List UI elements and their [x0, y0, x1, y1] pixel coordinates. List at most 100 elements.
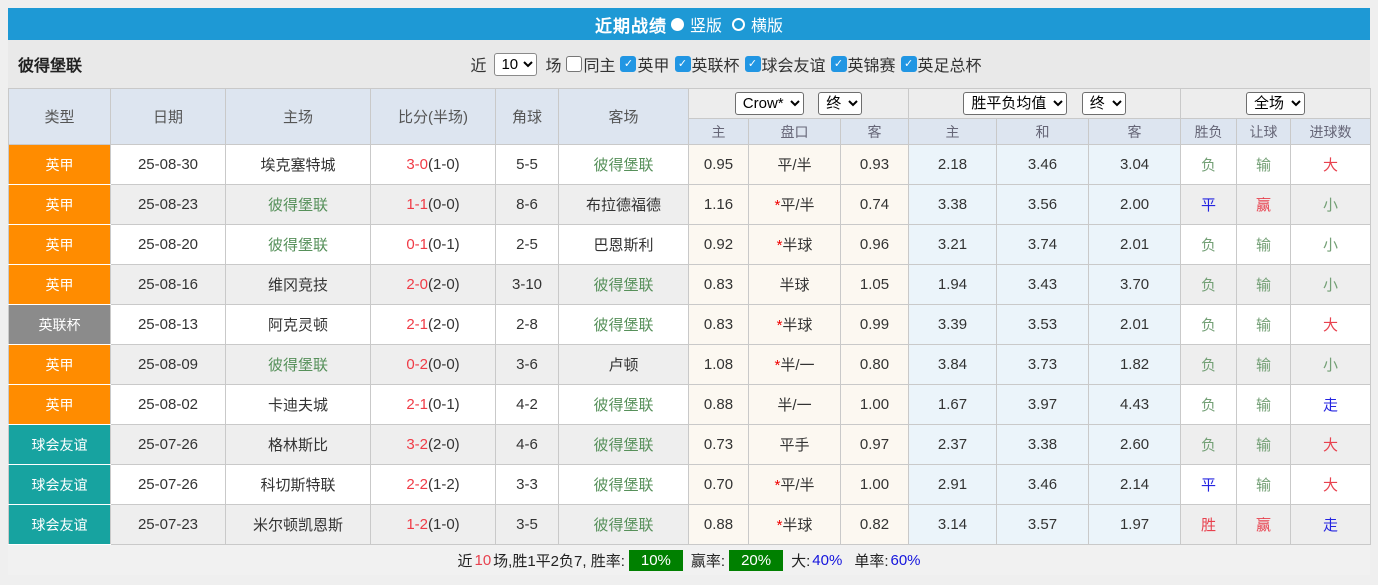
cell-score: 1-1(0-0): [370, 184, 496, 225]
cell-odds-away: 1.00: [840, 464, 910, 505]
cell-avg-home: 1.67: [908, 384, 998, 425]
competition-filter-yingzuzongbei[interactable]: 英足总杯: [900, 52, 982, 76]
cell-let: 输: [1236, 344, 1292, 385]
cell-away: 彼得堡联: [558, 504, 689, 545]
scope-select[interactable]: 全场: [1246, 92, 1306, 115]
cell-away: 布拉德福德: [558, 184, 689, 225]
cell-score: 3-2(2-0): [370, 424, 496, 465]
cell-avg-home: 3.21: [908, 224, 998, 265]
cell-goal: 小: [1290, 224, 1372, 265]
radio-selected-icon[interactable]: [670, 17, 684, 31]
summary-part1: 近: [457, 552, 473, 570]
layout-option-vertical[interactable]: 竖版: [670, 12, 722, 36]
match-row: 英甲 25-08-20 彼得堡联 0-1(0-1) 2-5 巴恩斯利 0.92 …: [8, 224, 1372, 265]
cell-type: 球会友谊: [8, 504, 111, 545]
cell-odds-away: 0.97: [840, 424, 910, 465]
cell-avg-home: 2.37: [908, 424, 998, 465]
summary-part2: 场,胜1平2负7, 胜率:: [493, 552, 625, 570]
score-halftime: (0-1): [428, 396, 460, 413]
cell-avg-home: 1.94: [908, 264, 998, 305]
cell-result: 负: [1180, 344, 1238, 385]
checkbox-checked-icon[interactable]: [674, 56, 691, 72]
handicap-text: 半/一: [777, 397, 812, 414]
match-row: 英甲 25-08-30 埃克塞特城 3-0(1-0) 5-5 彼得堡联 0.95…: [8, 144, 1372, 185]
competition-filter-yinglianbei[interactable]: 英联杯: [674, 52, 740, 76]
radio-unselected-icon[interactable]: [732, 17, 745, 31]
competition-filter-yingjinsai[interactable]: 英锦赛: [830, 52, 896, 76]
cell-type: 英联杯: [8, 304, 111, 345]
match-row: 英甲 25-08-02 卡迪夫城 2-1(0-1) 4-2 彼得堡联 0.88 …: [8, 384, 1372, 425]
cell-result: 负: [1180, 304, 1238, 345]
cell-date: 25-07-23: [110, 504, 226, 545]
checkbox-checked-icon[interactable]: [620, 56, 637, 72]
cell-goal: 小: [1290, 264, 1372, 305]
cell-odds-home: 0.70: [688, 464, 749, 505]
competition-label: 英足总杯: [917, 58, 982, 75]
same-home-label: 同主: [583, 58, 616, 75]
cell-let: 赢: [1236, 504, 1292, 545]
handicap-text: 半球: [782, 317, 813, 334]
layout-option-horizontal[interactable]: 横版: [732, 12, 783, 36]
competition-label: 英联杯: [691, 58, 740, 75]
competition-label: 英锦赛: [847, 58, 896, 75]
checkbox-unchecked-icon[interactable]: [566, 56, 583, 72]
recent-count-select[interactable]: 10: [494, 52, 538, 76]
cell-date: 25-08-30: [110, 144, 226, 185]
cell-home: 彼得堡联: [225, 184, 371, 225]
avg-time-select[interactable]: 终: [1081, 92, 1126, 115]
competition-filter-yingjia[interactable]: 英甲: [620, 52, 670, 76]
cell-avg-away: 2.01: [1088, 304, 1182, 345]
competition-filter-qiuhuiyouyi[interactable]: 球会友谊: [744, 52, 826, 76]
cell-avg-draw: 3.43: [996, 264, 1090, 305]
cell-result: 负: [1180, 144, 1238, 185]
cell-home: 彼得堡联: [225, 344, 371, 385]
odds-time-select[interactable]: 终: [818, 92, 863, 115]
cell-home: 科切斯特联: [225, 464, 371, 505]
checkbox-checked-icon[interactable]: [900, 56, 917, 72]
layout-option-horizontal-label: 横版: [751, 18, 784, 35]
handicap-text: 半/一: [780, 357, 815, 374]
cell-result: 平: [1180, 184, 1238, 225]
cell-corner: 5-5: [495, 144, 559, 185]
cell-score: 2-1(0-1): [370, 384, 496, 425]
cell-avg-draw: 3.97: [996, 384, 1090, 425]
cell-avg-draw: 3.46: [996, 464, 1090, 505]
avg-metric-select[interactable]: 胜平负均值: [963, 92, 1068, 115]
checkbox-checked-icon[interactable]: [744, 56, 761, 72]
cell-score: 1-2(1-0): [370, 504, 496, 545]
cell-date: 25-08-09: [110, 344, 226, 385]
cell-score: 2-1(2-0): [370, 304, 496, 345]
cell-handicap: 半球: [748, 264, 841, 305]
cell-result: 平: [1180, 464, 1238, 505]
match-row: 英联杯 25-08-13 阿克灵顿 2-1(2-0) 2-8 彼得堡联 0.83…: [8, 304, 1372, 345]
summary-bar: 近 10 场,胜1平2负7, 胜率: 10% 赢率: 20% 大: 40% 单率: 60…: [8, 545, 1370, 575]
cell-home: 米尔顿凯恩斯: [225, 504, 371, 545]
cell-goal: 大: [1290, 144, 1372, 185]
score-halftime: (1-2): [428, 476, 460, 493]
score-halftime: (0-0): [428, 196, 460, 213]
score-halftime: (2-0): [428, 436, 460, 453]
single-label: 单率:: [854, 552, 889, 570]
odds-company-select[interactable]: Crow*: [734, 92, 804, 115]
cell-date: 25-08-13: [110, 304, 226, 345]
cell-avg-draw: 3.46: [996, 144, 1090, 185]
cell-home: 埃克塞特城: [225, 144, 371, 185]
same-home-filter[interactable]: 同主: [566, 52, 615, 76]
cell-avg-home: 3.39: [908, 304, 998, 345]
match-row: 球会友谊 25-07-26 格林斯比 3-2(2-0) 4-6 彼得堡联 0.7…: [8, 424, 1372, 465]
cell-away: 巴恩斯利: [558, 224, 689, 265]
cell-goal: 走: [1290, 504, 1372, 545]
cell-handicap: 平/半: [748, 144, 841, 185]
cell-odds-home: 1.08: [688, 344, 749, 385]
cell-avg-away: 1.97: [1088, 504, 1182, 545]
subheader-result: 胜负: [1180, 118, 1238, 145]
checkbox-checked-icon[interactable]: [830, 56, 847, 72]
subheader-odds-away: 客: [840, 118, 910, 145]
cell-avg-away: 1.82: [1088, 344, 1182, 385]
cell-result: 负: [1180, 264, 1238, 305]
cell-date: 25-07-26: [110, 464, 226, 505]
handicap-text: 半球: [782, 237, 813, 254]
cell-handicap: *平/半: [748, 464, 841, 505]
score-fulltime: 2-1: [406, 316, 428, 333]
odds-select-group: Crow* 终: [688, 88, 910, 119]
